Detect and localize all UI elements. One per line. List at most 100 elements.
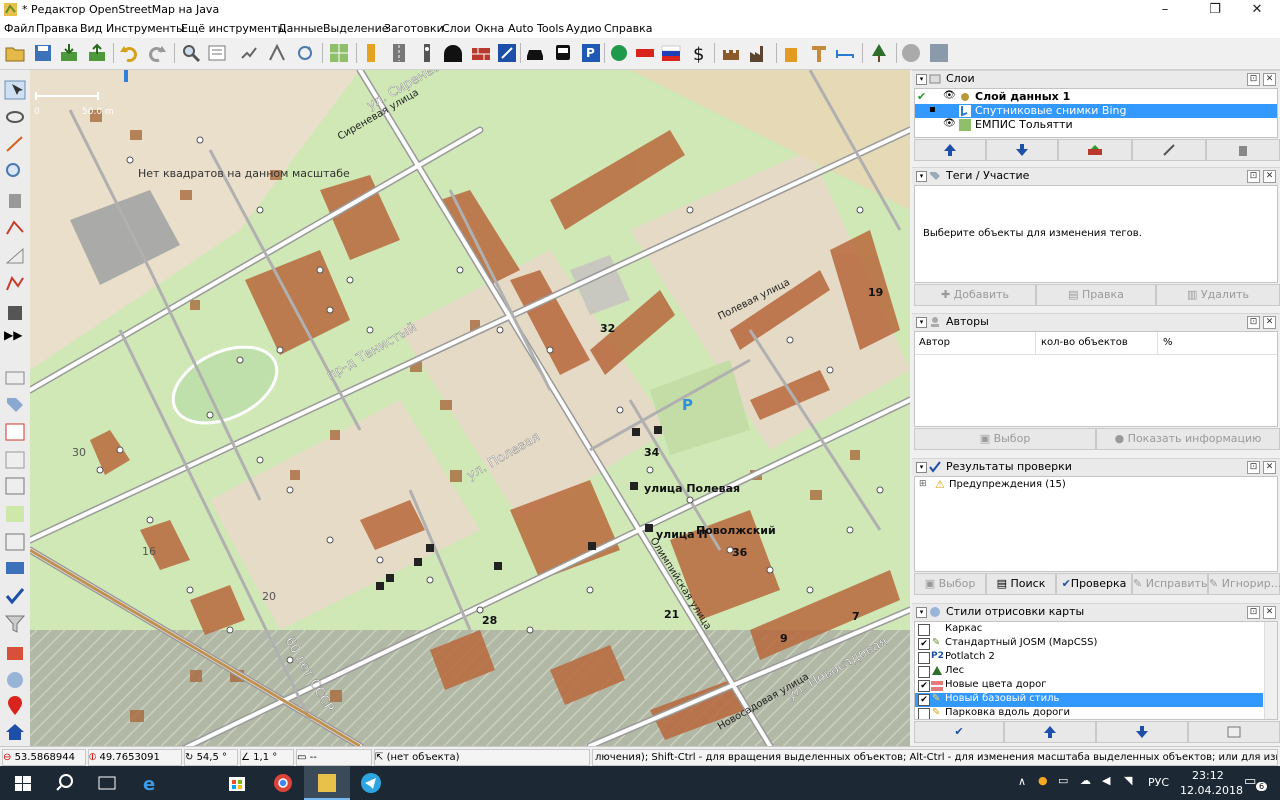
map-style-icon[interactable] <box>4 670 26 690</box>
edge-icon[interactable]: e <box>128 766 174 800</box>
bed-icon[interactable] <box>834 42 856 64</box>
detach-icon[interactable]: ⊡ <box>1247 73 1260 86</box>
bus-icon[interactable] <box>552 42 574 64</box>
car-icon[interactable] <box>524 42 546 64</box>
toggle-panel-icon[interactable] <box>4 368 26 388</box>
delete-tag-button[interactable]: ▥ Удалить <box>1156 284 1280 306</box>
visibility-eye-icon[interactable]: 👁 <box>943 118 956 129</box>
collapse-icon[interactable]: ▾ <box>916 317 927 328</box>
merge-layers-button[interactable] <box>1058 139 1132 161</box>
task-view-icon[interactable] <box>84 766 130 800</box>
traffic-light-icon[interactable] <box>360 42 382 64</box>
edit-tag-button[interactable]: ▤ Правка <box>1036 284 1156 306</box>
more-tools-icon[interactable]: ▶▶ <box>4 328 26 348</box>
expand-icon[interactable]: ⊞ <box>919 479 927 489</box>
layer-row[interactable]: ✔ 👁 Слой данных 1 <box>915 90 1277 104</box>
style-checkbox[interactable] <box>918 652 930 664</box>
collapse-icon[interactable]: ▾ <box>916 462 927 473</box>
menu-windows[interactable]: Окна <box>475 22 504 35</box>
logo-red-icon[interactable] <box>634 42 656 64</box>
history-icon[interactable] <box>4 450 26 470</box>
menu-data[interactable]: Данные <box>278 22 323 35</box>
extrude-icon[interactable] <box>4 274 26 294</box>
style-preferences-button[interactable] <box>1188 721 1280 743</box>
language-indicator[interactable]: РУС <box>1148 776 1169 789</box>
style-move-down-button[interactable] <box>1096 721 1188 743</box>
style-row[interactable]: Лес <box>915 665 1263 679</box>
menu-audio[interactable]: Аудио <box>566 22 602 35</box>
style-checkbox-checked[interactable]: ✔ <box>918 680 930 692</box>
clock-time[interactable]: 23:12 <box>1192 769 1224 782</box>
detach-icon[interactable]: ⊡ <box>1247 170 1260 183</box>
style-checkbox[interactable] <box>918 708 930 719</box>
undo-icon[interactable] <box>118 42 140 64</box>
tool-icon[interactable] <box>808 42 830 64</box>
layer-row-selected[interactable]: ▪ Спутниковые снимки Bing <box>915 104 1277 118</box>
preferences-icon[interactable] <box>206 42 228 64</box>
cloud-icon[interactable]: ☁ <box>1080 774 1091 787</box>
refresh-icon[interactable] <box>294 42 316 64</box>
style-checkbox[interactable] <box>918 624 930 636</box>
style-row[interactable]: ✎ Парковка вдоль дороги <box>915 707 1263 719</box>
upload-icon[interactable] <box>86 42 108 64</box>
imagery-offset-icon[interactable] <box>328 42 350 64</box>
lasso-tool-icon[interactable] <box>4 108 26 128</box>
menu-view[interactable]: Вид <box>80 22 102 35</box>
menu-help[interactable]: Справка <box>604 22 652 35</box>
move-down-button[interactable] <box>986 139 1058 161</box>
recycling-icon[interactable] <box>608 42 630 64</box>
style-row[interactable]: Каркас <box>915 623 1263 637</box>
layer-row[interactable]: 👁 ЕМПИС Тольятти <box>915 118 1277 132</box>
style-activate-button[interactable]: ✔ <box>914 721 1004 743</box>
factory-icon[interactable] <box>748 42 770 64</box>
parallel-tool-icon[interactable] <box>4 218 26 238</box>
close-panel-icon[interactable]: ✕ <box>1263 170 1276 183</box>
styles-panel-header[interactable]: ▾ Стили отрисовки карты ⊡ ✕ <box>912 603 1280 621</box>
menu-more-tools[interactable]: Ещё инструменты <box>181 22 286 35</box>
select-tool-icon[interactable] <box>4 80 26 100</box>
column-count[interactable]: кол-во объектов <box>1041 337 1128 348</box>
delete-layer-button[interactable] <box>1206 139 1280 161</box>
activate-layer-button[interactable] <box>1132 139 1206 161</box>
minimize-button[interactable]: – <box>1142 0 1188 20</box>
walking-papers-icon[interactable] <box>238 42 260 64</box>
validation-panel-header[interactable]: ▾ Результаты проверки ⊡ ✕ <box>912 458 1280 476</box>
maximize-button[interactable]: ❐ <box>1192 0 1238 20</box>
presets-icon[interactable] <box>4 642 26 662</box>
menu-auto-tools[interactable]: Auto Tools <box>508 22 564 35</box>
tray-usb-icon[interactable]: ▭ <box>1058 774 1068 787</box>
close-panel-icon[interactable]: ✕ <box>1263 606 1276 619</box>
draw-tool-icon[interactable] <box>4 134 26 154</box>
authors-panel-header[interactable]: ▾ Авторы ⊡ ✕ <box>912 313 1280 331</box>
close-panel-icon[interactable]: ✕ <box>1263 461 1276 474</box>
home-icon[interactable] <box>4 722 26 742</box>
map-canvas[interactable]: Нет квадратов на данном масштабе ул. Сир… <box>30 70 910 746</box>
detach-icon[interactable]: ⊡ <box>1247 606 1260 619</box>
store-icon[interactable] <box>214 766 260 800</box>
close-button[interactable]: ✕ <box>1234 0 1280 20</box>
style-row-selected[interactable]: ✔ ✎ Новый базовый стиль <box>915 693 1263 707</box>
menu-edit[interactable]: Правка <box>36 22 78 35</box>
lane-icon[interactable] <box>388 42 410 64</box>
style-row[interactable]: ✔ ✎ Стандартный JOSM (MapCSS) <box>915 637 1263 651</box>
shop-icon[interactable] <box>780 42 802 64</box>
conflict-icon[interactable] <box>4 476 26 496</box>
scrollbar[interactable] <box>1264 622 1277 719</box>
style-row[interactable]: ✔ Новые цвета дорог <box>915 679 1263 693</box>
notification-icon[interactable]: ▭ <box>1244 774 1256 789</box>
wifi-icon[interactable]: ◥ <box>1124 774 1132 787</box>
windows-start-icon[interactable] <box>0 766 46 800</box>
collapse-icon[interactable]: ▾ <box>916 607 927 618</box>
validation-check-button[interactable]: ✔Проверка <box>1056 573 1132 595</box>
castle-icon[interactable] <box>720 42 742 64</box>
map-view[interactable]: Нет квадратов на данном масштабе ул. Сир… <box>30 70 910 746</box>
tag-icon[interactable] <box>4 394 26 414</box>
open-file-icon[interactable] <box>4 42 26 64</box>
clock-date[interactable]: 12.04.2018 <box>1180 784 1243 797</box>
column-percent[interactable]: % <box>1163 337 1173 348</box>
style-checkbox[interactable] <box>918 666 930 678</box>
dollar-icon[interactable]: $ <box>688 42 710 64</box>
map-paint-icon[interactable] <box>4 504 26 524</box>
wireframe-icon[interactable] <box>266 42 288 64</box>
location-pin-icon[interactable] <box>4 696 26 716</box>
